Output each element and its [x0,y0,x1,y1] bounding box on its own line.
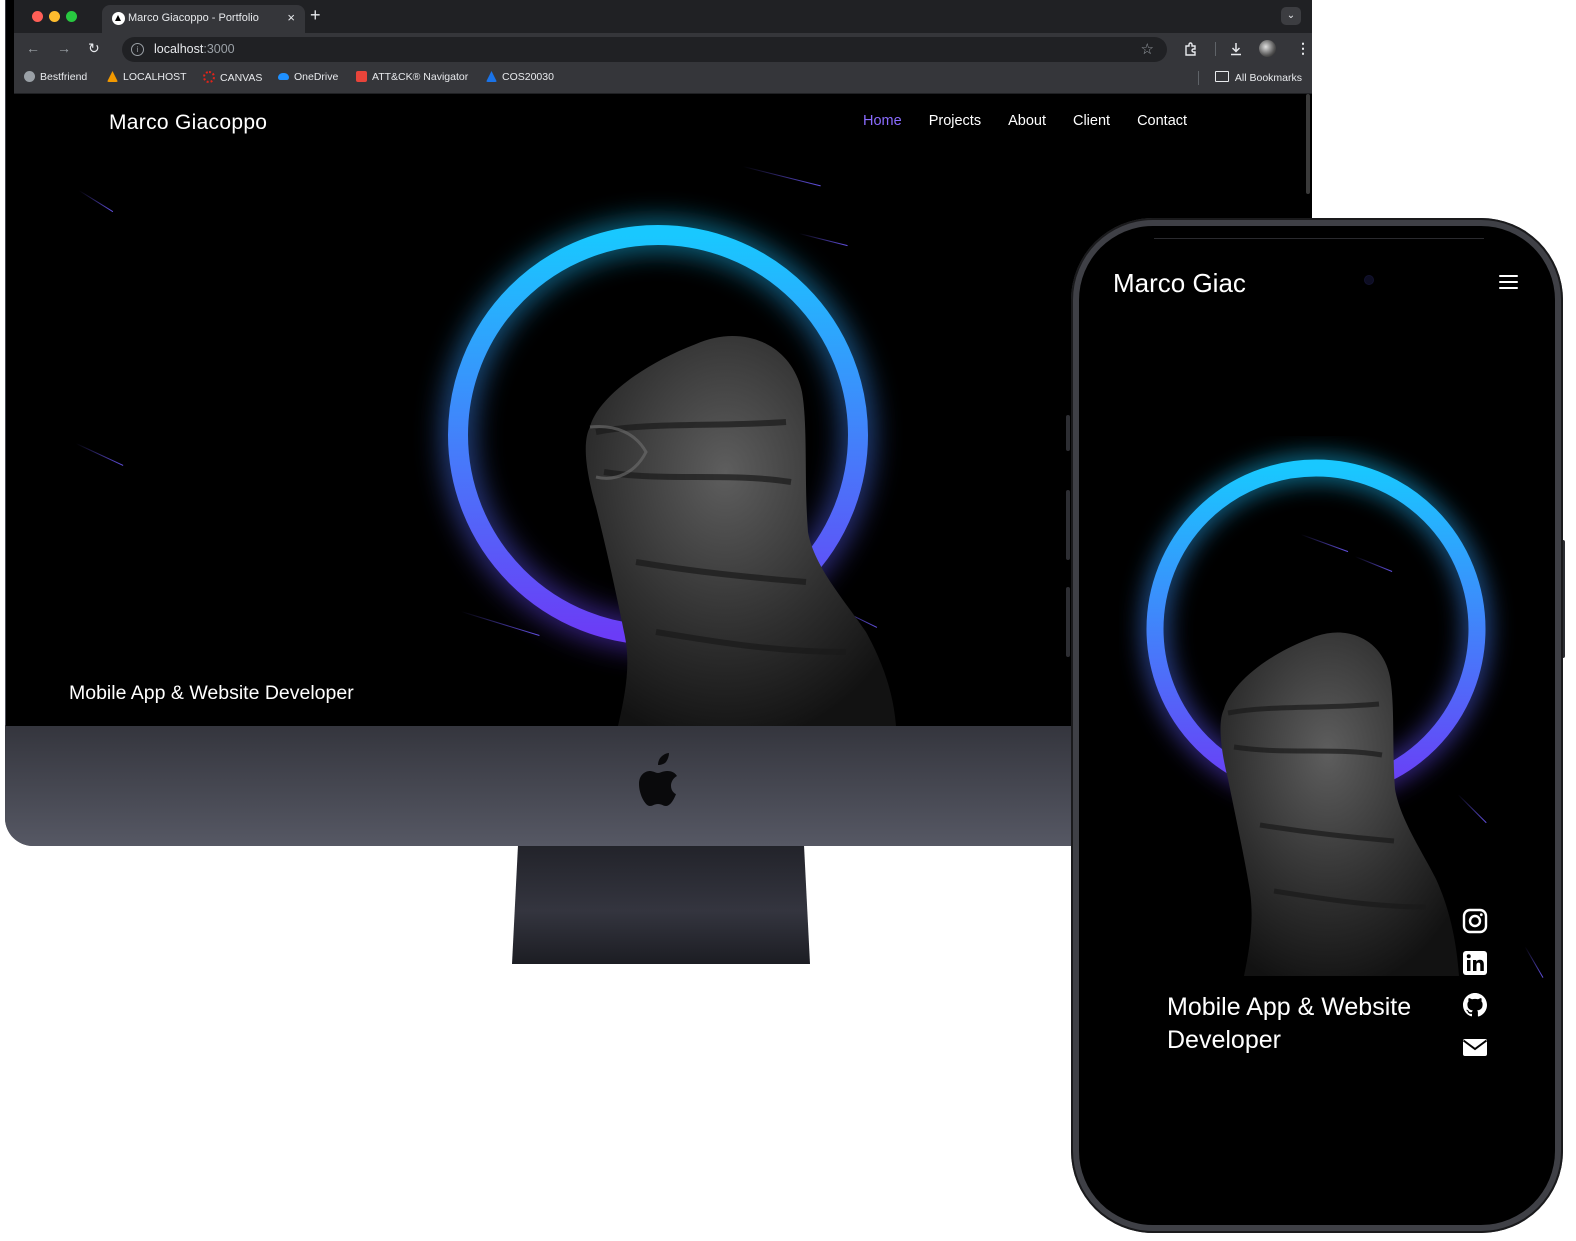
bookmark-cos20030[interactable]: COS20030 [486,71,554,83]
bookmark-canvas[interactable]: CANVAS [203,71,262,84]
nav-contact[interactable]: Contact [1137,113,1187,129]
site-brand[interactable]: Marco Giacoppo [109,111,267,135]
reload-icon[interactable]: ↻ [88,40,100,57]
tab-favicon-icon [112,12,125,25]
bookmark-star-icon[interactable]: ☆ [1141,40,1154,58]
iphone-frame: Marco Giac Mobile App & Website Develope… [1071,218,1563,1233]
profile-avatar[interactable] [1259,40,1276,57]
phone-action-button [1066,415,1070,451]
star-streak [1524,946,1544,978]
hooded-figure-image [585,335,896,726]
mobile-site-brand[interactable]: Marco Giac [1113,268,1249,299]
browser-tabstrip: Marco Giacoppo - Portfolio × + ⌄ [14,0,1312,33]
bookmarks-divider [1198,71,1199,85]
bookmark-label: LOCALHOST [123,71,187,83]
onedrive-icon [278,73,289,80]
minimize-window-button[interactable] [49,11,60,22]
site-info-icon[interactable]: i [131,43,144,56]
forward-icon[interactable]: → [57,40,71,56]
bookmark-label: ATT&CK® Navigator [372,71,469,83]
url-text[interactable]: localhost:3000 [154,42,235,56]
phone-screen: Marco Giac Mobile App & Website Develope… [1079,226,1555,1225]
canvas-icon [203,71,215,83]
mobile-hero-subtitle: Mobile App & Website Developer [1167,993,1412,1054]
imac-stand [512,846,810,964]
star-streak [78,190,114,213]
bookmark-localhost[interactable]: LOCALHOST [107,71,187,83]
cos20030-icon [486,71,497,82]
tab-search-button[interactable]: ⌄ [1281,7,1301,25]
localhost-icon [107,71,118,82]
linkedin-icon[interactable] [1462,950,1488,976]
bookmark-label: COS20030 [502,71,554,83]
all-bookmarks-label: All Bookmarks [1234,72,1302,84]
tab-close-button[interactable]: × [287,10,295,25]
close-window-button[interactable] [32,11,43,22]
url-port: :3000 [203,42,235,56]
browser-toolbar: ← → ↻ i localhost:3000 ☆ ⋮ [14,33,1312,65]
bookmark-label: Bestfriend [40,71,88,83]
bookmark-onedrive[interactable]: OneDrive [278,71,338,83]
bookmark-attack-navigator[interactable]: ATT&CK® Navigator [356,71,468,83]
bookmark-label: OneDrive [294,71,339,83]
page-scrollbar[interactable] [1306,94,1310,194]
hamburger-menu-icon[interactable] [1499,275,1518,291]
hero-subtitle: Mobile App & Website Developer [69,682,354,704]
front-camera [1365,276,1373,284]
phone-header-line [1154,238,1484,239]
folder-icon [1214,71,1229,82]
site-nav: Home Projects About Client Contact [863,113,1187,129]
address-bar[interactable]: i localhost:3000 ☆ [122,37,1167,62]
nav-home[interactable]: Home [863,113,902,129]
more-menu-icon[interactable]: ⋮ [1296,40,1310,57]
apple-logo-icon [639,753,677,806]
nav-about[interactable]: About [1008,113,1046,129]
nav-projects[interactable]: Projects [929,113,981,129]
extensions-icon[interactable] [1183,41,1199,57]
hooded-figure-image [1220,632,1459,976]
download-icon[interactable] [1228,41,1244,57]
star-streak [75,443,124,466]
bookmark-bestfriend[interactable]: Bestfriend [24,71,87,83]
new-tab-button[interactable]: + [310,5,321,26]
phone-volume-up-button [1066,490,1070,560]
browser-tab[interactable]: Marco Giacoppo - Portfolio × [102,5,305,33]
nav-client[interactable]: Client [1073,113,1110,129]
attack-navigator-icon [356,71,367,82]
tab-title: Marco Giacoppo - Portfolio [128,12,259,24]
all-bookmarks-button[interactable]: All Bookmarks [1214,71,1302,84]
maximize-window-button[interactable] [66,11,77,22]
bestfriend-icon [24,71,35,82]
url-host: localhost [154,42,204,56]
bookmark-label: CANVAS [220,72,263,84]
bookmarks-bar: Bestfriend LOCALHOST CANVAS OneDrive ATT… [14,65,1312,94]
back-icon[interactable]: ← [26,40,40,56]
toolbar-divider [1215,42,1216,56]
instagram-icon[interactable] [1462,908,1488,934]
phone-volume-down-button [1066,587,1070,657]
